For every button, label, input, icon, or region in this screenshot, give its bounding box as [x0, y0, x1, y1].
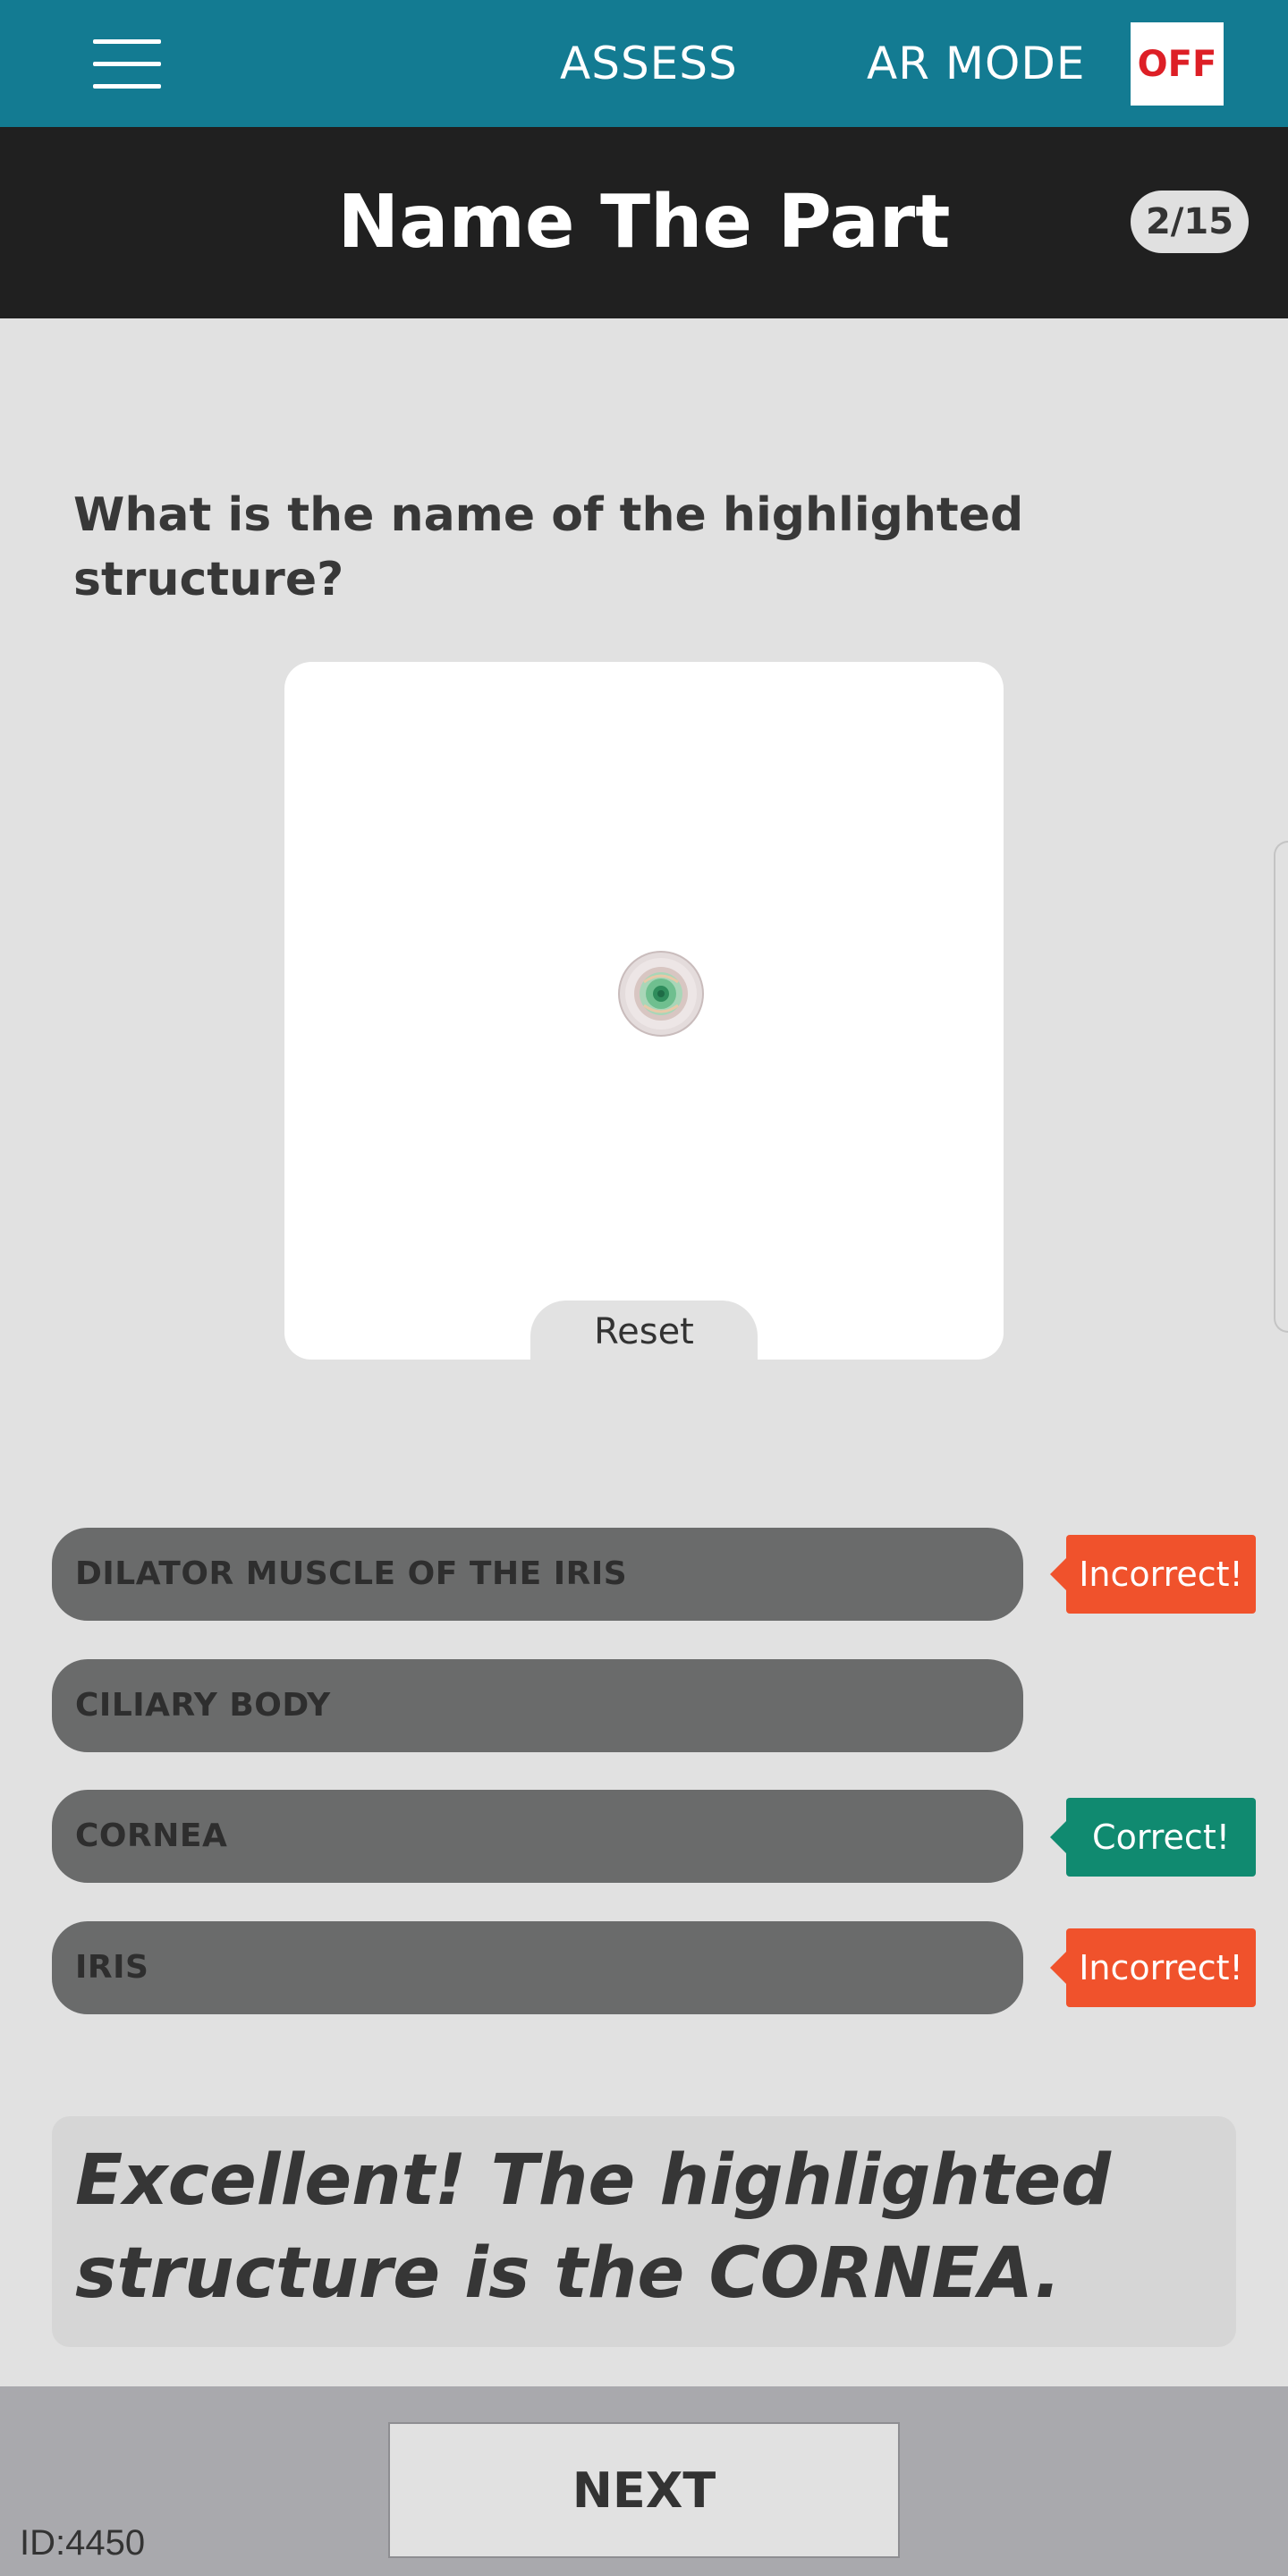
question-text: What is the name of the highlighted stru… [73, 488, 1024, 606]
answer-option[interactable]: IRIS [52, 1921, 1023, 2014]
feedback-badge-incorrect: Incorrect! [1050, 1535, 1256, 1614]
model-viewer[interactable]: Reset [284, 662, 1004, 1360]
answer-option[interactable]: DILATOR MUSCLE OF THE IRIS [52, 1528, 1023, 1621]
next-button[interactable]: NEXT [388, 2422, 900, 2558]
answer-option[interactable]: CORNEA [52, 1790, 1023, 1883]
question-id-label: ID:4450 [20, 2523, 146, 2563]
hamburger-menu-icon[interactable] [93, 39, 161, 89]
top-app-bar: ASSESS AR MODE OFF [0, 0, 1288, 127]
side-drawer-handle[interactable] [1274, 841, 1288, 1333]
ar-mode-label[interactable]: AR MODE [867, 34, 1085, 93]
title-bar: Name The Part 2/15 [0, 127, 1288, 318]
feedback-badge-incorrect: Incorrect! [1050, 1928, 1256, 2007]
result-message: Excellent! The highlighted structure is … [52, 2116, 1236, 2347]
feedback-badge-correct: Correct! [1050, 1798, 1256, 1877]
assess-link[interactable]: ASSESS [560, 34, 738, 93]
eye-model-icon[interactable] [617, 950, 705, 1038]
reset-button[interactable]: Reset [530, 1301, 758, 1360]
progress-badge: 2/15 [1131, 191, 1249, 253]
bottom-bar: NEXT ID:4450 [0, 2386, 1288, 2576]
answer-option[interactable]: CILIARY BODY [52, 1659, 1023, 1752]
ar-mode-toggle[interactable]: OFF [1131, 22, 1224, 106]
page-title: Name The Part [337, 180, 951, 265]
